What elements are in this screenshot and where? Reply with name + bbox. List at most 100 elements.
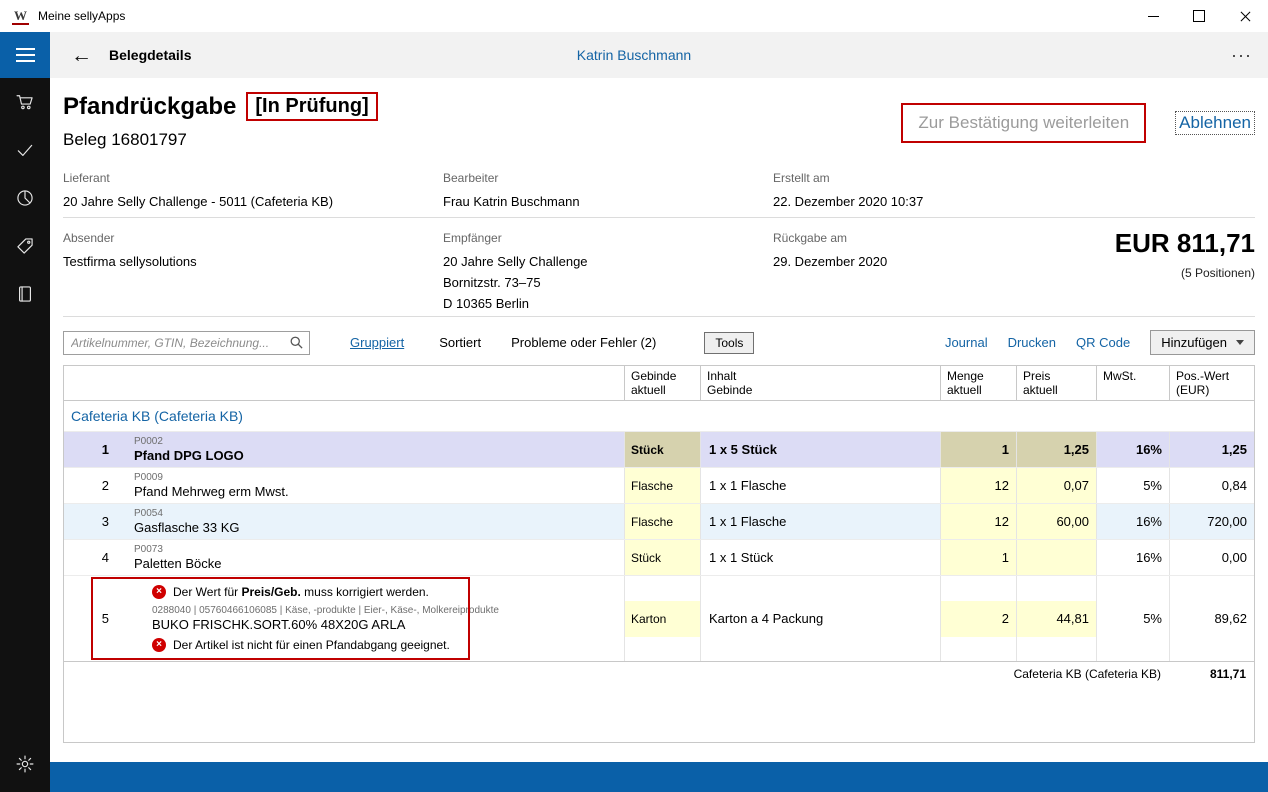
hamburger-menu-button[interactable] <box>0 32 50 78</box>
document-title: Pfandrückgabe <box>63 93 236 121</box>
journal-link[interactable]: Journal <box>945 335 988 350</box>
qr-code-link[interactable]: QR Code <box>1076 335 1130 350</box>
article-code: P0009 <box>134 472 618 484</box>
hinzufuegen-dropdown-button[interactable]: Hinzufügen <box>1150 330 1255 355</box>
window-title: Meine sellyApps <box>38 9 125 23</box>
settings-gear-icon[interactable] <box>0 740 50 788</box>
status-bar <box>50 762 1268 792</box>
article-cell: × Der Wert für Preis/Geb. muss korrigier… <box>116 576 624 661</box>
mwst-cell: 5% <box>1096 576 1169 661</box>
nav-bar: ← Belegdetails Katrin Buschmann ··· <box>0 32 1268 78</box>
empfaenger-value: 20 Jahre Selly Challenge Bornitzstr. 73–… <box>443 251 588 314</box>
group-footer: Cafeteria KB (Cafeteria KB) 811,71 <box>64 661 1254 686</box>
search-box <box>63 331 310 355</box>
absender-label: Absender <box>63 231 197 245</box>
status-badge: [In Prüfung] <box>246 92 377 121</box>
gebinde-cell[interactable]: Stück <box>624 540 700 575</box>
lieferant-label: Lieferant <box>63 171 333 185</box>
article-cell: P0002 Pfand DPG LOGO <box>116 432 624 467</box>
reject-button[interactable]: Ablehnen <box>1175 111 1255 135</box>
close-button[interactable] <box>1222 0 1268 32</box>
error-message-top: × Der Wert für Preis/Geb. muss korrigier… <box>134 582 618 603</box>
preis-cell[interactable]: 0,07 <box>1016 468 1096 503</box>
document-number: Beleg 16801797 <box>63 130 378 150</box>
preis-cell[interactable] <box>1016 540 1096 575</box>
menge-cell[interactable]: 2 <box>940 576 1016 661</box>
table-row[interactable]: 1 P0002 Pfand DPG LOGO Stück 1 x 5 Stück… <box>64 432 1254 468</box>
row-number: 2 <box>64 468 116 503</box>
sortiert-toggle[interactable]: Sortiert <box>439 335 481 350</box>
header-preis: Preisaktuell <box>1016 366 1096 400</box>
mwst-cell: 16% <box>1096 432 1169 467</box>
menge-cell[interactable]: 12 <box>940 468 1016 503</box>
menge-cell[interactable]: 12 <box>940 504 1016 539</box>
search-input[interactable] <box>63 331 310 355</box>
table-row[interactable]: 4 P0073 Paletten Böcke Stück 1 x 1 Stück… <box>64 540 1254 576</box>
erstellt-value: 22. Dezember 2020 10:37 <box>773 191 923 212</box>
probleme-filter[interactable]: Probleme oder Fehler (2) <box>511 335 656 350</box>
table-row[interactable]: 3 P0054 Gasflasche 33 KG Flasche 1 x 1 F… <box>64 504 1254 540</box>
group-footer-total: 811,71 <box>1169 667 1254 681</box>
positions-count: (5 Positionen) <box>1115 266 1255 280</box>
gebinde-cell[interactable]: Karton <box>624 576 700 661</box>
title-bar: W Meine sellyApps <box>0 0 1268 32</box>
row-number: 5 <box>64 576 116 661</box>
article-name: Pfand DPG LOGO <box>134 448 618 464</box>
info-row-2: Absender Testfirma sellysolutions Empfän… <box>63 224 1255 317</box>
total-block: EUR 811,71 (5 Positionen) <box>1115 228 1255 280</box>
info-row-1: Lieferant 20 Jahre Selly Challenge - 501… <box>63 166 1255 218</box>
book-icon[interactable] <box>0 270 50 318</box>
header-wert: Pos.-Wert(EUR) <box>1169 366 1254 400</box>
header-inhalt: InhaltGebinde <box>700 366 940 400</box>
back-arrow-icon[interactable]: ← <box>71 45 92 66</box>
forward-for-confirmation-button[interactable]: Zur Bestätigung weiterleiten <box>901 103 1146 143</box>
row-number: 1 <box>64 432 116 467</box>
empfaenger-label: Empfänger <box>443 231 588 245</box>
toolbar: Gruppiert Sortiert Probleme oder Fehler … <box>63 330 1255 355</box>
tools-button[interactable]: Tools <box>704 332 754 354</box>
gruppiert-toggle[interactable]: Gruppiert <box>350 335 404 350</box>
header-num <box>64 366 116 400</box>
wert-cell: 1,25 <box>1169 432 1254 467</box>
error-x-icon: × <box>152 638 166 652</box>
more-ellipsis-button[interactable]: ··· <box>1231 46 1252 64</box>
table-row[interactable]: 2 P0009 Pfand Mehrweg erm Mwst. Flasche … <box>64 468 1254 504</box>
tag-icon[interactable] <box>0 222 50 270</box>
drucken-link[interactable]: Drucken <box>1008 335 1056 350</box>
user-link[interactable]: Katrin Buschmann <box>577 47 691 63</box>
article-code: 0288040 | 05760466106085 | Käse, -produk… <box>152 605 618 617</box>
absender-value: Testfirma sellysolutions <box>63 251 197 272</box>
wert-cell: 89,62 <box>1169 576 1254 661</box>
mwst-cell: 5% <box>1096 468 1169 503</box>
header-gebinde: Gebindeaktuell <box>624 366 700 400</box>
items-table: Gebindeaktuell InhaltGebinde Mengeaktuel… <box>63 365 1255 743</box>
page-title: Belegdetails <box>109 47 191 63</box>
menge-cell[interactable]: 1 <box>940 432 1016 467</box>
preis-cell[interactable]: 1,25 <box>1016 432 1096 467</box>
checkmark-icon[interactable] <box>0 126 50 174</box>
mwst-cell: 16% <box>1096 540 1169 575</box>
preis-cell[interactable]: 44,81 <box>1016 576 1096 661</box>
minimize-button[interactable] <box>1130 0 1176 32</box>
preis-cell[interactable]: 60,00 <box>1016 504 1096 539</box>
article-code: P0054 <box>134 508 618 520</box>
table-row-error[interactable]: 5 × Der Wert für Preis/Geb. muss korrigi… <box>64 576 1254 661</box>
total-amount: EUR 811,71 <box>1115 228 1255 259</box>
erstellt-field: Erstellt am 22. Dezember 2020 10:37 <box>773 171 923 212</box>
app-logo-icon: W <box>12 7 29 25</box>
inhalt-cell: 1 x 1 Stück <box>700 540 940 575</box>
article-code: P0002 <box>134 436 618 448</box>
gebinde-cell[interactable]: Stück <box>624 432 700 467</box>
menge-cell[interactable]: 1 <box>940 540 1016 575</box>
article-cell: P0073 Paletten Böcke <box>116 540 624 575</box>
pie-chart-icon[interactable] <box>0 174 50 222</box>
rueckgabe-label: Rückgabe am <box>773 231 887 245</box>
gebinde-cell[interactable]: Flasche <box>624 468 700 503</box>
inhalt-cell: 1 x 1 Flasche <box>700 468 940 503</box>
cart-icon[interactable] <box>0 78 50 126</box>
header-actions: Zur Bestätigung weiterleiten Ablehnen <box>901 103 1255 143</box>
maximize-button[interactable] <box>1176 0 1222 32</box>
gebinde-cell[interactable]: Flasche <box>624 504 700 539</box>
rueckgabe-value: 29. Dezember 2020 <box>773 251 887 272</box>
sidebar <box>0 78 50 792</box>
